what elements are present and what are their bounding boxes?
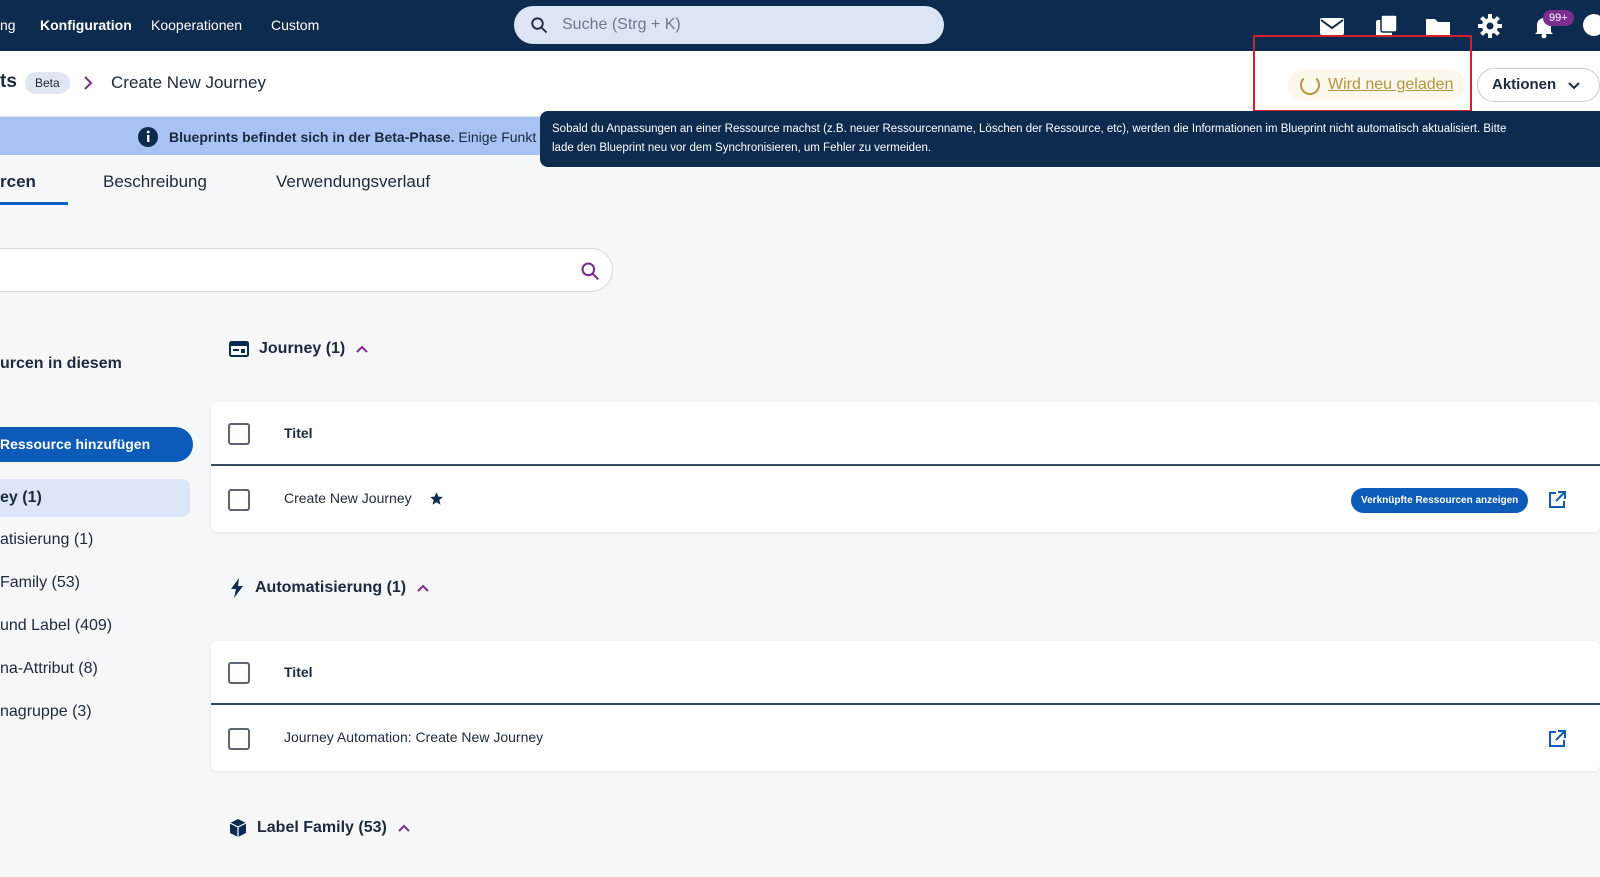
search-icon (531, 17, 548, 34)
global-search-input[interactable] (562, 6, 922, 44)
tooltip-line-2: lade den Blueprint neu vor dem Synchroni… (552, 142, 932, 154)
reload-tooltip: Sobald du Anpassungen an einer Ressource… (540, 111, 1600, 167)
journey-table: Titel Create New Journey Verknüpfte Ress… (211, 402, 1600, 532)
select-all-checkbox[interactable] (228, 662, 250, 684)
resource-nav-journey[interactable]: ey (1) (0, 479, 190, 517)
breadcrumb-parent[interactable]: ts (0, 71, 17, 93)
column-header-title: Titel (284, 664, 313, 680)
chevron-up-icon[interactable] (416, 581, 430, 595)
chevron-up-icon[interactable] (355, 342, 369, 356)
nav-item-partial[interactable]: ng (0, 17, 16, 33)
resource-search-input[interactable] (0, 248, 613, 292)
resource-nav-label[interactable]: und Label (409) (0, 617, 112, 635)
resource-nav-label-family[interactable]: Family (53) (0, 574, 80, 592)
table-header-row: Titel (211, 402, 1600, 466)
resource-nav-schemagruppe[interactable]: nagruppe (3) (0, 703, 92, 721)
nav-item-kooperationen[interactable]: Kooperationen (151, 17, 242, 33)
tab-verwendungsverlauf[interactable]: Verwendungsverlauf (276, 172, 430, 192)
section-automatisierung-title: Automatisierung (1) (255, 579, 407, 596)
automatisierung-table: Titel Journey Automation: Create New Jou… (211, 641, 1600, 771)
active-tab-indicator (0, 202, 68, 205)
chevron-up-icon[interactable] (397, 821, 411, 835)
banner-text: Blueprints befindet sich in der Beta-Pha… (169, 129, 537, 145)
table-row[interactable]: Create New Journey Verknüpfte Ressourcen… (211, 468, 1600, 532)
row-title: Create New Journey (284, 490, 412, 506)
search-icon (581, 262, 600, 281)
nav-item-custom[interactable]: Custom (271, 17, 319, 33)
page-title: Create New Journey (111, 73, 266, 92)
table-row[interactable]: Journey Automation: Create New Journey (211, 707, 1600, 771)
beta-badge: Beta (25, 72, 70, 94)
tooltip-line-1: Sobald du Anpassungen an einer Ressource… (552, 123, 1507, 135)
resource-panel-heading: urcen in diesem (0, 355, 122, 372)
resource-nav-schema-attribut[interactable]: na-Attribut (8) (0, 660, 98, 678)
highlight-box (1253, 35, 1472, 112)
section-label-family-title: Label Family (53) (257, 819, 387, 836)
external-link-icon[interactable] (1547, 729, 1567, 749)
tab-ressourcen[interactable]: rcen (0, 172, 36, 192)
table-header-row: Titel (211, 641, 1600, 705)
actions-dropdown[interactable]: Aktionen (1477, 68, 1600, 102)
info-icon (138, 127, 158, 147)
journey-icon (229, 341, 249, 357)
notification-badge: 99+ (1543, 10, 1574, 26)
section-label-family-header[interactable]: Label Family (53) (229, 818, 411, 838)
column-header-title: Titel (284, 425, 313, 441)
resource-nav-automatisierung[interactable]: atisierung (1) (0, 531, 93, 549)
row-checkbox[interactable] (228, 728, 250, 750)
info-icon[interactable] (1583, 14, 1600, 36)
section-journey-title: Journey (1) (259, 340, 346, 357)
lightning-icon (231, 578, 243, 598)
global-search[interactable] (514, 6, 944, 44)
tab-beschreibung[interactable]: Beschreibung (103, 172, 207, 192)
gear-icon[interactable] (1476, 12, 1504, 40)
select-all-checkbox[interactable] (228, 423, 250, 445)
actions-label: Aktionen (1492, 76, 1557, 93)
section-journey-header[interactable]: Journey (1) (229, 340, 369, 358)
section-automatisierung-header[interactable]: Automatisierung (1) (229, 578, 430, 598)
row-checkbox[interactable] (228, 489, 250, 511)
cube-icon (229, 819, 247, 837)
linked-resources-button[interactable]: Verknüpfte Ressourcen anzeigen (1351, 488, 1529, 513)
beta-info-banner: Blueprints befindet sich in der Beta-Pha… (0, 117, 560, 155)
row-title: Journey Automation: Create New Journey (284, 729, 544, 745)
chevron-down-icon (1568, 82, 1580, 90)
external-link-icon[interactable] (1547, 490, 1567, 510)
add-resource-button[interactable]: Ressource hinzufügen (0, 427, 193, 462)
chevron-right-icon (84, 76, 93, 90)
nav-item-konfiguration[interactable]: Konfiguration (40, 17, 132, 33)
star-icon[interactable] (429, 491, 444, 506)
